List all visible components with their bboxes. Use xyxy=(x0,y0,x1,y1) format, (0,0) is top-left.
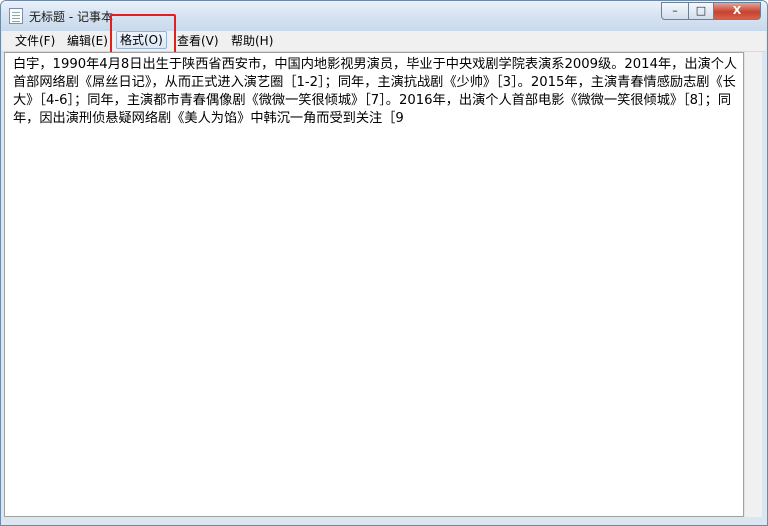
menu-file[interactable]: 文件(F) xyxy=(12,32,58,50)
maximize-icon: □ xyxy=(695,4,707,17)
notepad-icon xyxy=(9,8,23,24)
maximize-button[interactable]: □ xyxy=(688,2,714,20)
close-icon: X xyxy=(732,4,742,17)
menu-edit[interactable]: 编辑(E) xyxy=(64,32,111,50)
editor-content[interactable]: 白宇，1990年4月8日出生于陕西省西安市，中国内地影视男演员，毕业于中央戏剧学… xyxy=(13,56,739,128)
text-editor[interactable]: 白宇，1990年4月8日出生于陕西省西安市，中国内地影视男演员，毕业于中央戏剧学… xyxy=(4,52,744,517)
close-button[interactable]: X xyxy=(713,2,761,20)
window-bottom-frame xyxy=(1,517,767,525)
notepad-window: 无标题 - 记事本 – □ X 文件(F) 编辑(E) 格式(O) 查看(V) … xyxy=(0,0,768,526)
annotation-highlight-box xyxy=(110,14,176,54)
menu-help[interactable]: 帮助(H) xyxy=(228,32,276,50)
vertical-scrollbar[interactable] xyxy=(744,52,762,517)
minimize-button[interactable]: – xyxy=(661,2,689,20)
window-title: 无标题 - 记事本 xyxy=(29,10,113,24)
minimize-icon: – xyxy=(672,4,678,17)
menu-view[interactable]: 查看(V) xyxy=(174,32,222,50)
